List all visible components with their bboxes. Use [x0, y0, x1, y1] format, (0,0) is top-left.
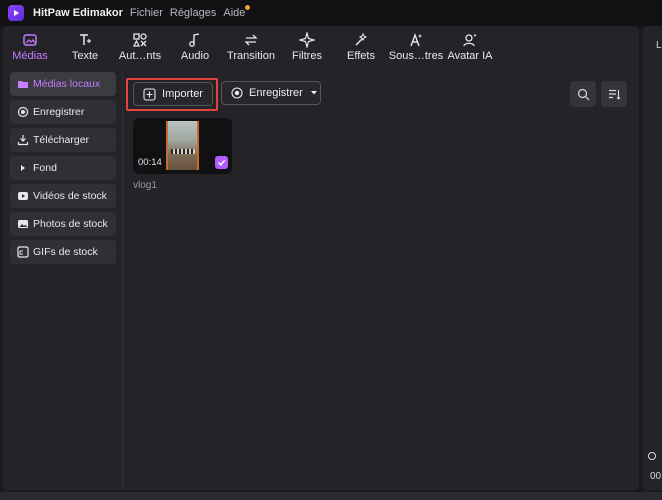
- sort-button[interactable]: [601, 81, 627, 107]
- sidebar-item-label: Photos de stock: [33, 218, 108, 230]
- sidebar-item-label: Fond: [33, 162, 57, 174]
- import-button-label: Importer: [162, 88, 203, 100]
- sidebar-item-fond[interactable]: Fond: [10, 156, 116, 180]
- download-icon: [17, 134, 29, 146]
- timeline-strip: [0, 492, 662, 500]
- media-icon: [23, 34, 37, 46]
- thumbnail-detail: [171, 149, 195, 154]
- tab-audio-label: Audio: [180, 50, 210, 62]
- sidebar-divider: [122, 70, 123, 488]
- sidebar-item-enregistrer[interactable]: Enregistrer: [10, 100, 116, 124]
- sidebar-item-label: Enregistrer: [33, 106, 85, 118]
- play-icon: [17, 162, 29, 174]
- tab-transition-label: Transition: [227, 50, 275, 62]
- app-logo: [8, 5, 24, 21]
- media-thumbnail: [166, 121, 199, 170]
- record-icon: [231, 87, 243, 99]
- sidebar-item-telecharger[interactable]: Télécharger: [10, 128, 116, 152]
- sidebar: Médias locaux Enregistrer Télécharger Fo…: [10, 72, 116, 268]
- avatar-icon: [463, 33, 477, 47]
- transition-icon: [244, 34, 258, 46]
- sidebar-item-label: GIFs de stock: [33, 246, 98, 258]
- preview-time: 00: [650, 471, 662, 482]
- video-icon: [17, 190, 29, 202]
- effects-icon: [355, 32, 368, 46]
- sidebar-item-medias-locaux[interactable]: Médias locaux: [10, 72, 116, 96]
- tab-sous-titres-label: Sous…tres: [388, 50, 444, 62]
- record-icon: [17, 106, 29, 118]
- sidebar-item-gifs-de-stock[interactable]: GIFs de stock: [10, 240, 116, 264]
- playhead-handle[interactable]: [648, 452, 656, 460]
- tab-elements[interactable]: Aut…nts: [112, 26, 168, 70]
- import-button[interactable]: Importer: [133, 82, 213, 106]
- tab-medias[interactable]: Médias: [2, 26, 58, 70]
- media-item[interactable]: 00:14: [133, 118, 232, 174]
- menu-aide-label: Aide: [223, 7, 246, 19]
- menu-reglages[interactable]: Réglages: [170, 7, 216, 19]
- search-button[interactable]: [570, 81, 596, 107]
- sidebar-item-label: Vidéos de stock: [33, 190, 107, 202]
- sidebar-item-photos-de-stock[interactable]: Photos de stock: [10, 212, 116, 236]
- tab-texte-label: Texte: [71, 50, 99, 62]
- text-icon: [80, 34, 91, 45]
- preview-panel: Le 00: [642, 26, 662, 490]
- toolbar: Médias Texte Aut…nts Audio Transition Fi…: [2, 26, 639, 70]
- subtitles-icon: [410, 32, 422, 47]
- sidebar-item-label: Médias locaux: [33, 78, 101, 90]
- title-bar: HitPaw Edimakor Fichier Réglages Aide: [0, 0, 662, 26]
- tab-filtres-label: Filtres: [292, 50, 322, 62]
- sidebar-item-label: Télécharger: [33, 134, 90, 146]
- filters-icon: [299, 32, 315, 48]
- tab-audio[interactable]: Audio: [168, 26, 222, 70]
- check-icon: [218, 159, 226, 166]
- tab-filtres[interactable]: Filtres: [280, 26, 334, 70]
- search-icon: [577, 88, 589, 100]
- caret-down-icon: [310, 90, 318, 96]
- app-name: HitPaw Edimakor: [33, 7, 123, 19]
- gif-icon: [17, 246, 29, 258]
- tab-transition[interactable]: Transition: [222, 26, 280, 70]
- tab-avatar-ia[interactable]: Avatar IA: [444, 26, 496, 70]
- media-name: vlog1: [133, 180, 157, 191]
- image-icon: [17, 218, 29, 230]
- record-dropdown-button[interactable]: Enregistrer: [221, 81, 321, 105]
- menu-fichier[interactable]: Fichier: [130, 7, 163, 19]
- folder-icon: [17, 78, 29, 90]
- media-checkbox[interactable]: [215, 156, 228, 169]
- tab-effets[interactable]: Effets: [334, 26, 388, 70]
- audio-icon: [189, 33, 200, 47]
- notification-dot: [245, 5, 251, 10]
- tab-effets-label: Effets: [347, 50, 375, 62]
- tab-texte[interactable]: Texte: [58, 26, 112, 70]
- plus-icon: [143, 87, 156, 101]
- preview-label: Le: [656, 40, 662, 51]
- tab-medias-label: Médias: [12, 50, 48, 62]
- menu-aide[interactable]: Aide: [223, 5, 251, 19]
- tab-sous-titres[interactable]: Sous…tres: [388, 26, 444, 70]
- elements-icon: [133, 33, 147, 47]
- sidebar-item-videos-de-stock[interactable]: Vidéos de stock: [10, 184, 116, 208]
- sort-icon: [608, 89, 620, 100]
- tab-avatar-ia-label: Avatar IA: [447, 50, 493, 62]
- tab-elements-label: Aut…nts: [118, 50, 162, 62]
- record-button-label: Enregistrer: [249, 87, 303, 99]
- media-duration: 00:14: [138, 157, 162, 168]
